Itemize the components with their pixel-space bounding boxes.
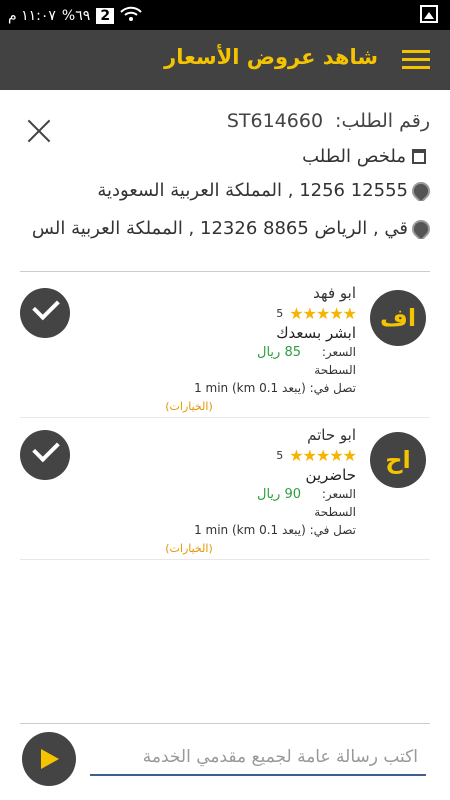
app-bar: شاهد عروض الأسعار	[0, 30, 450, 90]
star-icons: ★★★★★	[289, 304, 357, 323]
price-row: السعر: 90 ريال	[86, 487, 356, 502]
price-row: السعر: 85 ريال	[86, 345, 356, 360]
surface-label: السطحة	[314, 505, 356, 519]
location-pin-icon	[408, 218, 430, 239]
status-bar: ١١:٠٧ م %٦٩ 2	[0, 0, 450, 30]
order-summary: ملخص الطلب	[302, 146, 426, 167]
rating-value: 5	[276, 307, 284, 320]
status-left: ١١:٠٧ م %٦٩ 2	[8, 6, 142, 26]
arrival-time: تصل في: (يبعد 0.1 km) 1 min	[194, 523, 356, 537]
pickup-address: 12555 1256 , المملكة العربية السعودية	[20, 180, 430, 201]
service-name: ابشر بسعدك	[276, 324, 356, 342]
order-number: ST614660	[226, 110, 324, 132]
price-value: 85 ريال	[257, 345, 301, 360]
offer-card: اف ابو فهد ★★★★★ 5 ابشر بسعدك السعر: 85 …	[20, 276, 430, 418]
accept-offer-button[interactable]	[20, 430, 70, 480]
price-label: السعر:	[321, 487, 356, 501]
order-number-label: رقم الطلب:	[335, 110, 430, 132]
options-link[interactable]: (الخيارات)	[114, 400, 264, 413]
menu-icon[interactable]	[402, 50, 430, 70]
provider-name: ابو فهد	[313, 284, 356, 302]
offer-card: اح ابو حاتم ★★★★★ 5 حاضرين السعر: 90 ريا…	[20, 418, 430, 560]
avatar: اف	[370, 290, 426, 346]
order-summary-label: ملخص الطلب	[302, 146, 406, 167]
wifi-icon	[120, 6, 142, 26]
star-icons: ★★★★★	[289, 446, 357, 465]
options-link[interactable]: (الخيارات)	[114, 542, 264, 555]
provider-name: ابو حاتم	[307, 426, 356, 444]
pickup-address-text: 12555 1256 , المملكة العربية السعودية	[97, 180, 408, 201]
message-input[interactable]	[90, 740, 426, 776]
status-right	[420, 5, 438, 27]
price-value: 90 ريال	[257, 487, 301, 502]
page-title: شاهد عروض الأسعار	[164, 45, 378, 69]
close-icon[interactable]	[26, 118, 52, 144]
accept-offer-button[interactable]	[20, 288, 70, 338]
location-pin-icon	[408, 180, 430, 201]
dropoff-address-text: قي , الرياض 8865 12326 , المملكة العربية…	[31, 218, 408, 239]
order-number-row: رقم الطلب: ST614660	[90, 110, 430, 132]
sim-badge: 2	[96, 8, 115, 24]
calendar-icon	[412, 149, 426, 164]
service-name: حاضرين	[305, 466, 356, 484]
arrival-time: تصل في: (يبعد 0.1 km) 1 min	[194, 381, 356, 395]
surface-label: السطحة	[314, 363, 356, 377]
dropoff-address: قي , الرياض 8865 12326 , المملكة العربية…	[20, 218, 430, 239]
clock: ١١:٠٧ م	[8, 8, 56, 24]
battery-percent: %٦٩	[61, 8, 91, 24]
offer-info: ابو حاتم ★★★★★ 5 حاضرين السعر: 90 ريال ا…	[86, 426, 357, 555]
rating: ★★★★★ 5	[86, 304, 357, 323]
send-button[interactable]	[22, 732, 76, 786]
price-label: السعر:	[321, 345, 356, 359]
offer-info: ابو فهد ★★★★★ 5 ابشر بسعدك السعر: 85 ريا…	[86, 284, 357, 413]
composer-divider	[20, 723, 430, 724]
avatar: اح	[370, 432, 426, 488]
rating-value: 5	[276, 449, 284, 462]
rating: ★★★★★ 5	[86, 446, 357, 465]
divider	[20, 271, 430, 272]
gallery-notification-icon	[420, 5, 438, 23]
